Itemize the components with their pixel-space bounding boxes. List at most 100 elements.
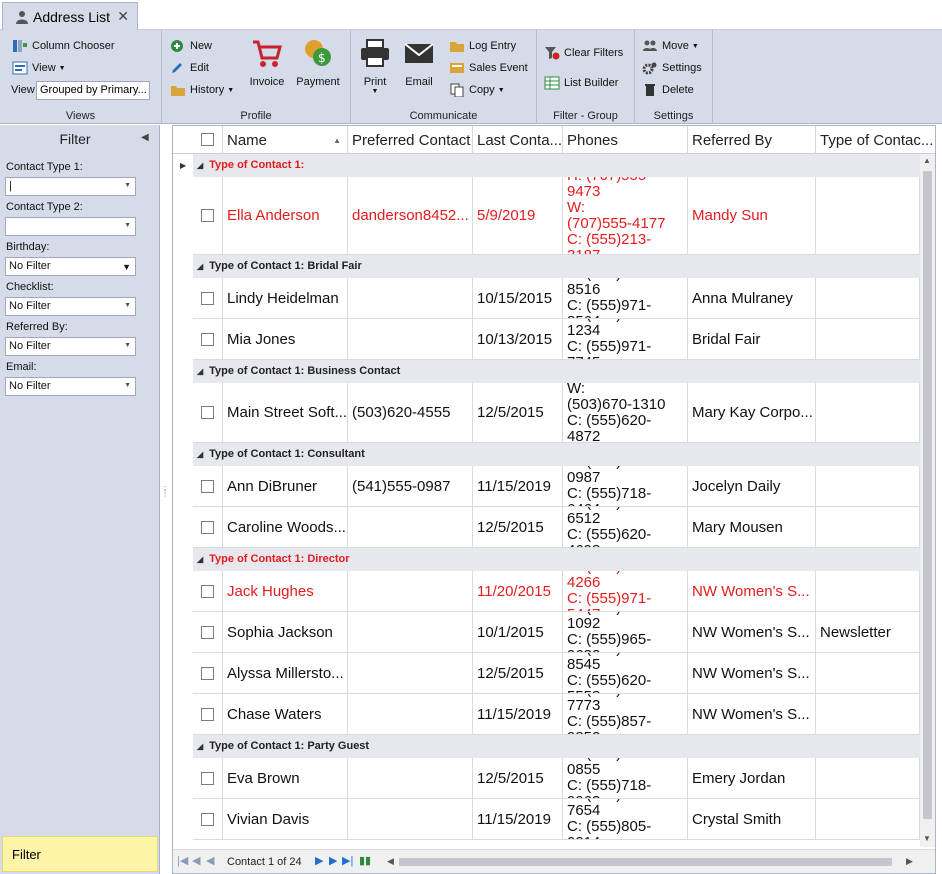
collapse-group-icon[interactable]: ◢ <box>197 555 203 564</box>
collapse-group-icon[interactable]: ◢ <box>197 262 203 271</box>
cell-name[interactable]: Sophia Jackson <box>223 612 348 652</box>
cell-referred-by[interactable]: NW Women's S... <box>688 653 816 693</box>
group-row[interactable]: ◢ Type of Contact 1: Consultant <box>193 443 920 466</box>
table-row[interactable]: Ella Andersondanderson8452...5/9/2019H: … <box>193 177 920 255</box>
cell-preferred-contact[interactable] <box>348 612 473 652</box>
group-row[interactable]: ◢ Type of Contact 1: Party Guest <box>193 735 920 758</box>
cell-type-of-contact[interactable] <box>816 278 920 318</box>
cell-name[interactable]: Eva Brown <box>223 758 348 798</box>
cell-referred-by[interactable]: Crystal Smith <box>688 799 816 839</box>
cell-name[interactable]: Caroline Woods... <box>223 507 348 547</box>
cell-preferred-contact[interactable] <box>348 507 473 547</box>
cell-name[interactable]: Jack Hughes <box>223 571 348 611</box>
view-dropdown-button[interactable]: View ▼ <box>12 61 66 75</box>
column-header-name[interactable]: Name ▲ <box>223 126 348 154</box>
previous-page-icon[interactable]: ◀ <box>192 854 200 867</box>
contact-type-1-combo[interactable]: | ▼ <box>5 177 136 196</box>
cell-preferred-contact[interactable] <box>348 694 473 734</box>
cell-referred-by[interactable]: NW Women's S... <box>688 571 816 611</box>
group-row[interactable]: ◢ Type of Contact 1: Bridal Fair <box>193 255 920 278</box>
column-header-last-contact[interactable]: Last Conta... <box>473 126 563 154</box>
row-checkbox[interactable] <box>201 625 214 639</box>
cell-referred-by[interactable]: NW Women's S... <box>688 694 816 734</box>
cell-last-contact[interactable]: 12/5/2015 <box>473 653 563 693</box>
cell-referred-by[interactable]: Anna Mulraney <box>688 278 816 318</box>
cell-phones[interactable]: H: (503)555-4266C: (555)971-5447 <box>563 571 688 611</box>
email-filter-combo[interactable]: No Filter ▼ <box>5 377 136 396</box>
cell-name[interactable]: Lindy Heidelman <box>223 278 348 318</box>
cell-name[interactable]: Alyssa Millersto... <box>223 653 348 693</box>
column-chooser-button[interactable]: Column Chooser <box>12 39 115 53</box>
row-checkbox[interactable] <box>201 707 214 721</box>
new-button[interactable]: New <box>170 39 212 53</box>
cell-preferred-contact[interactable] <box>348 799 473 839</box>
vertical-scroll-thumb[interactable] <box>923 171 932 819</box>
row-checkbox[interactable] <box>201 584 214 598</box>
email-button[interactable]: Email <box>403 37 435 88</box>
table-row[interactable]: Lindy Heidelman 10/15/2015H: (415)555-851… <box>193 278 920 319</box>
column-header-type-of-contact[interactable]: Type of Contac... <box>816 126 935 154</box>
vertical-scrollbar[interactable]: ▲ ▼ <box>920 154 935 847</box>
row-checkbox[interactable] <box>201 406 214 419</box>
copy-button[interactable]: Copy ▼ <box>449 83 505 97</box>
collapse-group-icon[interactable]: ◢ <box>197 367 203 376</box>
cell-last-contact[interactable]: 10/15/2015 <box>473 278 563 318</box>
sales-event-button[interactable]: Sales Event <box>449 61 528 75</box>
cell-type-of-contact[interactable] <box>816 571 920 611</box>
cell-name[interactable]: Mia Jones <box>223 319 348 359</box>
table-row[interactable]: Alyssa Millersto... 12/5/2015H: (503)555-… <box>193 653 920 694</box>
print-button[interactable]: Print ▼ <box>359 37 391 95</box>
cell-phones[interactable]: H: (707)555-9473W:(707)555-4177C: (555)2… <box>563 177 688 254</box>
cell-last-contact[interactable]: 11/15/2019 <box>473 694 563 734</box>
collapse-group-icon[interactable]: ◢ <box>197 161 203 170</box>
cell-name[interactable]: Chase Waters <box>223 694 348 734</box>
referred-by-combo[interactable]: No Filter ▼ <box>5 337 136 356</box>
cell-type-of-contact[interactable]: Newsletter <box>816 612 920 652</box>
group-row[interactable]: ◢ Type of Contact 1: <box>193 154 920 177</box>
list-builder-button[interactable]: List Builder <box>544 76 618 90</box>
cell-type-of-contact[interactable] <box>816 383 920 442</box>
cell-type-of-contact[interactable] <box>816 799 920 839</box>
cell-phones[interactable]: H: (408)555-1092C: (555)965-9632 <box>563 612 688 652</box>
row-checkbox[interactable] <box>201 520 214 534</box>
cell-preferred-contact[interactable] <box>348 758 473 798</box>
cell-type-of-contact[interactable] <box>816 694 920 734</box>
previous-record-icon[interactable]: ◀ <box>206 854 214 867</box>
view-select[interactable]: Grouped by Primary... <box>36 81 150 100</box>
delete-button[interactable]: Delete <box>642 83 694 97</box>
cell-last-contact[interactable]: 12/5/2015 <box>473 507 563 547</box>
cell-phones[interactable]: W: (503)670-1310 C: (555)620-4872 <box>563 383 688 442</box>
cell-name[interactable]: Ann DiBruner <box>223 466 348 506</box>
column-header-phones[interactable]: Phones <box>563 126 688 154</box>
table-row[interactable]: Mia Jones 10/13/2015H: (503)555-1234C: (5… <box>193 319 920 360</box>
edit-button[interactable]: Edit <box>170 61 209 75</box>
cell-preferred-contact[interactable]: danderson8452... <box>348 177 473 254</box>
close-icon[interactable]: ✕ <box>117 8 129 25</box>
group-row[interactable]: ◢ Type of Contact 1: Business Contact <box>193 360 920 383</box>
next-page-icon[interactable]: ▶ <box>329 854 337 867</box>
table-row[interactable]: Jack Hughes 11/20/2015H: (503)555-4266C: … <box>193 571 920 612</box>
row-checkbox[interactable] <box>201 479 214 493</box>
cell-preferred-contact[interactable]: (541)555-0987 <box>348 466 473 506</box>
cell-type-of-contact[interactable] <box>816 319 920 359</box>
cell-referred-by[interactable]: Emery Jordan <box>688 758 816 798</box>
cell-phones[interactable]: H: (503)555-6512C: (555)620-4698 <box>563 507 688 547</box>
scroll-down-icon[interactable]: ▼ <box>923 834 931 843</box>
cell-last-contact[interactable]: 5/9/2019 <box>473 177 563 254</box>
cell-referred-by[interactable]: Mandy Sun <box>688 177 816 254</box>
clear-filters-button[interactable]: Clear Filters <box>544 46 623 60</box>
cell-referred-by[interactable]: Bridal Fair <box>688 319 816 359</box>
cell-phones[interactable]: H: (541)555-0987C: (555)718-6464 <box>563 466 688 506</box>
cell-phones[interactable]: H: (503)555-7773C: (555)857-9852 <box>563 694 688 734</box>
horizontal-scroll-thumb[interactable] <box>399 858 892 866</box>
collapse-group-icon[interactable]: ◢ <box>197 450 203 459</box>
scroll-up-icon[interactable]: ▲ <box>923 156 931 165</box>
cell-phones[interactable]: H: (415)555-8516C: (555)971-8564 <box>563 278 688 318</box>
filter-panel-tab[interactable]: Filter <box>2 836 158 872</box>
cell-preferred-contact[interactable]: (503)620-4555 <box>348 383 473 442</box>
cell-type-of-contact[interactable] <box>816 466 920 506</box>
tab-address-list[interactable]: Address List ✕ <box>2 2 138 31</box>
scroll-right-icon[interactable]: ▶ <box>906 856 913 867</box>
cell-name[interactable]: Ella Anderson <box>223 177 348 254</box>
table-row[interactable]: Main Street Soft... (503)620-4555 12/5/201… <box>193 383 920 443</box>
